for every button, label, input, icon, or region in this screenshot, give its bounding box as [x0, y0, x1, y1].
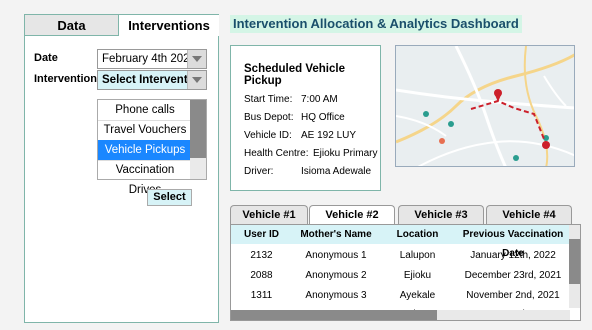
option-travel-vouchers[interactable]: Travel Vouchers — [98, 120, 192, 141]
chevron-down-icon[interactable] — [187, 50, 206, 68]
date-label: Date — [34, 52, 58, 64]
tab-vehicle-2-route[interactable]: Vehicle #2 Route — [309, 205, 395, 240]
scheduled-pickup-card: Scheduled Vehicle Pickup Start Time: 7:0… — [230, 45, 381, 191]
field-value: Isioma Adewale — [301, 166, 372, 177]
table-cell: 2088 — [250, 270, 273, 281]
date-value: February 4th 2022 — [102, 53, 196, 65]
table-cell: Anonymous 3 — [305, 290, 367, 301]
column-header-previous-vaccination-date[interactable]: Previous Vaccination Date — [455, 225, 572, 259]
table-cell: November 2nd, 2021 — [466, 290, 560, 301]
tab-interventions[interactable]: Interventions — [119, 15, 219, 36]
column-header-user-id[interactable]: User ID — [231, 225, 293, 244]
field-key: Health Centre: — [244, 148, 309, 159]
table-cell: January 12th, 2022 — [470, 250, 556, 261]
field-value: 7:00 AM — [301, 94, 338, 105]
table-cell: 1311 — [250, 290, 273, 301]
card-title: Scheduled Vehicle Pickup — [244, 63, 345, 87]
table-cell: Anonymous 2 — [305, 270, 367, 281]
scrollbar-thumb[interactable] — [569, 239, 580, 284]
tab-vehicle-3-route[interactable]: Vehicle #3 Route — [398, 205, 484, 240]
table-horizontal-scrollbar[interactable] — [231, 310, 570, 320]
table-cell: December 23rd, 2021 — [464, 270, 562, 281]
option-vaccination-drives[interactable]: Vaccination Drives — [98, 160, 192, 196]
field-key: Start Time: — [244, 94, 293, 105]
map-graphic — [396, 46, 574, 166]
tab-vehicle-4-route[interactable]: Vehicle #4 Route — [486, 205, 572, 240]
date-select[interactable]: February 4th 2022 — [97, 49, 207, 69]
table-cell: Ejioku — [403, 270, 432, 281]
option-phone-calls[interactable]: Phone calls — [98, 100, 192, 121]
table-cell: Ayekale — [399, 290, 436, 301]
field-key: Vehicle ID: — [244, 130, 292, 141]
option-vehicle-pickups[interactable]: Vehicle Pickups — [98, 140, 192, 161]
scrollbar-thumb[interactable] — [190, 100, 206, 158]
tab-vehicle-1-route[interactable]: Vehicle #1 Route — [230, 205, 308, 240]
tab-data[interactable]: Data — [25, 15, 119, 36]
field-key: Driver: — [244, 166, 274, 177]
column-header-mothers-name[interactable]: Mother's Name — [292, 225, 381, 244]
field-value: Ejioku Primary — [313, 148, 378, 159]
field-value: HQ Office — [301, 112, 345, 123]
intervention-select[interactable]: Select Intervention — [97, 70, 207, 90]
table-cell: Anonymous 1 — [305, 250, 367, 261]
select-button[interactable]: Select — [147, 189, 192, 206]
page-title: Intervention Allocation & Analytics Dash… — [230, 15, 522, 33]
table-cell: Lalupon — [399, 250, 436, 261]
route-table: User ID Mother's Name Location Previous … — [230, 224, 581, 321]
control-panel: Data Interventions Date February 4th 202… — [24, 14, 219, 323]
scrollbar-thumb[interactable] — [231, 310, 437, 320]
table-cell: 2132 — [250, 250, 273, 261]
column-header-location[interactable]: Location — [380, 225, 456, 244]
field-value: AE 192 LUY — [301, 130, 357, 141]
intervention-dropdown-list: Phone calls Travel Vouchers Vehicle Pick… — [97, 99, 207, 196]
field-key: Bus Depot: — [244, 112, 294, 123]
route-map[interactable] — [395, 45, 575, 167]
chevron-down-icon[interactable] — [187, 71, 206, 89]
table-vertical-scrollbar[interactable] — [569, 225, 580, 308]
dropdown-scrollbar[interactable] — [190, 100, 206, 179]
intervention-label: Intervention — [34, 73, 97, 85]
